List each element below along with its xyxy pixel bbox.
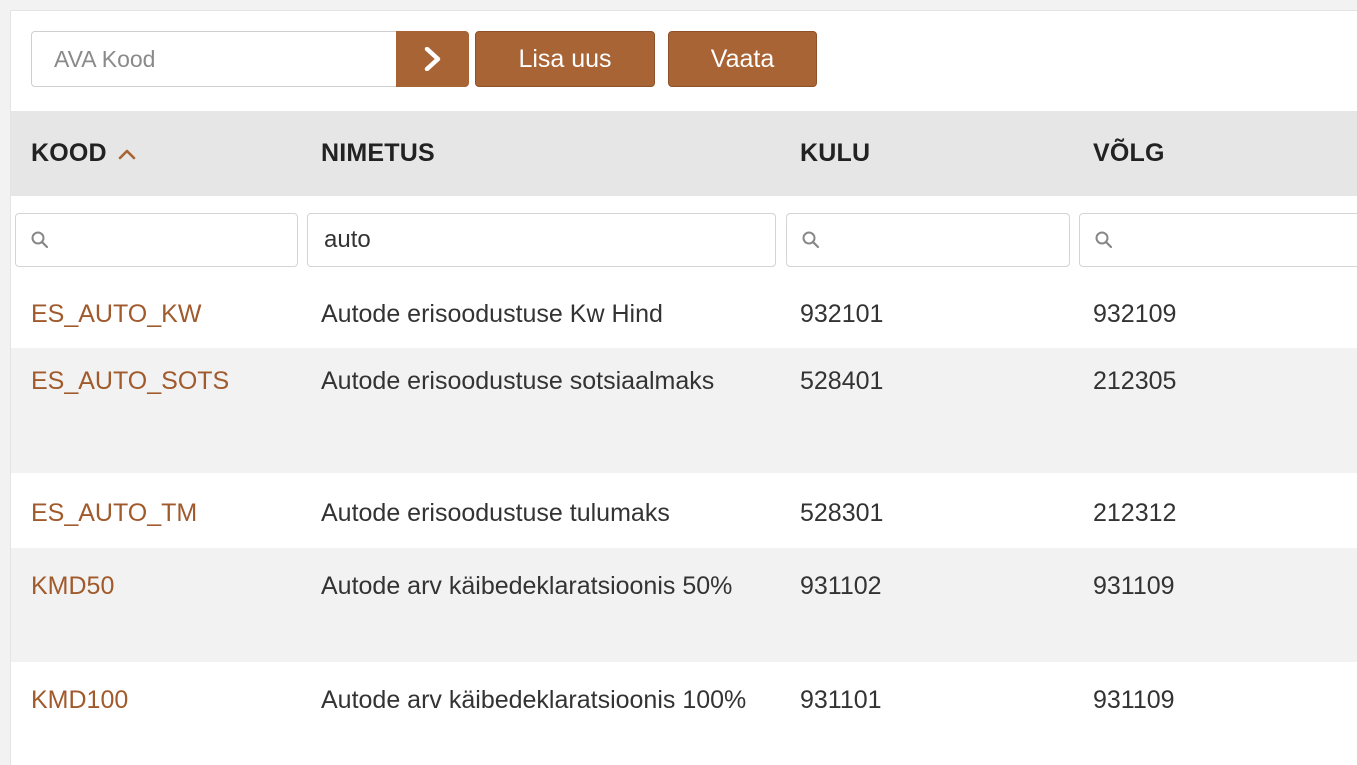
column-header-label: NIMETUS	[321, 139, 435, 167]
main-panel: Lisa uus Vaata KOOD NIMETUS KULU VÕLG	[10, 10, 1357, 765]
table-row: ES_AUTO_KW Autode erisoodustuse Kw Hind …	[11, 281, 1357, 348]
row-kulu: 931102	[800, 572, 882, 600]
row-volg: 931109	[1093, 686, 1175, 714]
row-code-link[interactable]: ES_AUTO_KW	[31, 296, 201, 332]
row-volg: 212305	[1093, 367, 1177, 395]
row-code-link[interactable]: ES_AUTO_SOTS	[31, 363, 229, 399]
filter-kulu	[786, 213, 1070, 267]
code-input[interactable]	[31, 31, 396, 87]
row-volg: 212312	[1093, 499, 1177, 527]
chevron-up-icon	[117, 147, 137, 161]
column-header-nimetus[interactable]: NIMETUS	[321, 111, 435, 196]
row-volg: 931109	[1093, 572, 1175, 600]
row-kulu: 931101	[800, 686, 882, 714]
column-header-label: KULU	[800, 139, 871, 167]
row-name: Autode erisoodustuse tulumaks	[321, 499, 670, 527]
table-row: KMD50 Autode arv käibedeklaratsioonis 50…	[11, 548, 1357, 662]
open-code-button[interactable]	[396, 31, 469, 87]
filter-kood	[15, 213, 298, 267]
add-new-button[interactable]: Lisa uus	[475, 31, 655, 87]
view-button[interactable]: Vaata	[668, 31, 817, 87]
table-row: KMD100 Autode arv käibedeklaratsioonis 1…	[11, 662, 1357, 765]
row-name: Autode erisoodustuse sotsiaalmaks	[321, 367, 715, 395]
table-header: KOOD NIMETUS KULU VÕLG	[11, 111, 1357, 196]
column-header-volg[interactable]: VÕLG	[1093, 111, 1165, 196]
column-header-kood[interactable]: KOOD	[31, 111, 137, 196]
row-code-link[interactable]: KMD50	[31, 568, 114, 604]
row-name: Autode arv käibedeklaratsioonis 100%	[321, 686, 747, 714]
column-header-label: KOOD	[31, 139, 107, 167]
row-name: Autode erisoodustuse Kw Hind	[321, 300, 663, 328]
row-code-link[interactable]: ES_AUTO_TM	[31, 495, 197, 531]
row-kulu: 528301	[800, 499, 884, 527]
column-header-kulu[interactable]: KULU	[800, 111, 870, 196]
filter-input-kood[interactable]	[16, 214, 297, 266]
filter-nimetus	[307, 213, 776, 267]
row-kulu: 528401	[800, 367, 884, 395]
filter-input-volg[interactable]	[1080, 214, 1357, 266]
row-code-link[interactable]: KMD100	[31, 682, 128, 718]
filter-input-kulu[interactable]	[787, 214, 1069, 266]
filter-volg	[1079, 213, 1357, 267]
row-volg: 932109	[1093, 300, 1177, 328]
row-name: Autode arv käibedeklaratsioonis 50%	[321, 572, 733, 600]
table-row: ES_AUTO_SOTS Autode erisoodustuse sotsia…	[11, 348, 1357, 473]
filter-input-nimetus[interactable]	[308, 214, 775, 266]
row-kulu: 932101	[800, 300, 884, 328]
chevron-right-icon	[424, 47, 440, 71]
column-header-label: VÕLG	[1093, 139, 1165, 167]
filter-row	[11, 213, 1357, 268]
table-row: ES_AUTO_TM Autode erisoodustuse tulumaks…	[11, 473, 1357, 548]
